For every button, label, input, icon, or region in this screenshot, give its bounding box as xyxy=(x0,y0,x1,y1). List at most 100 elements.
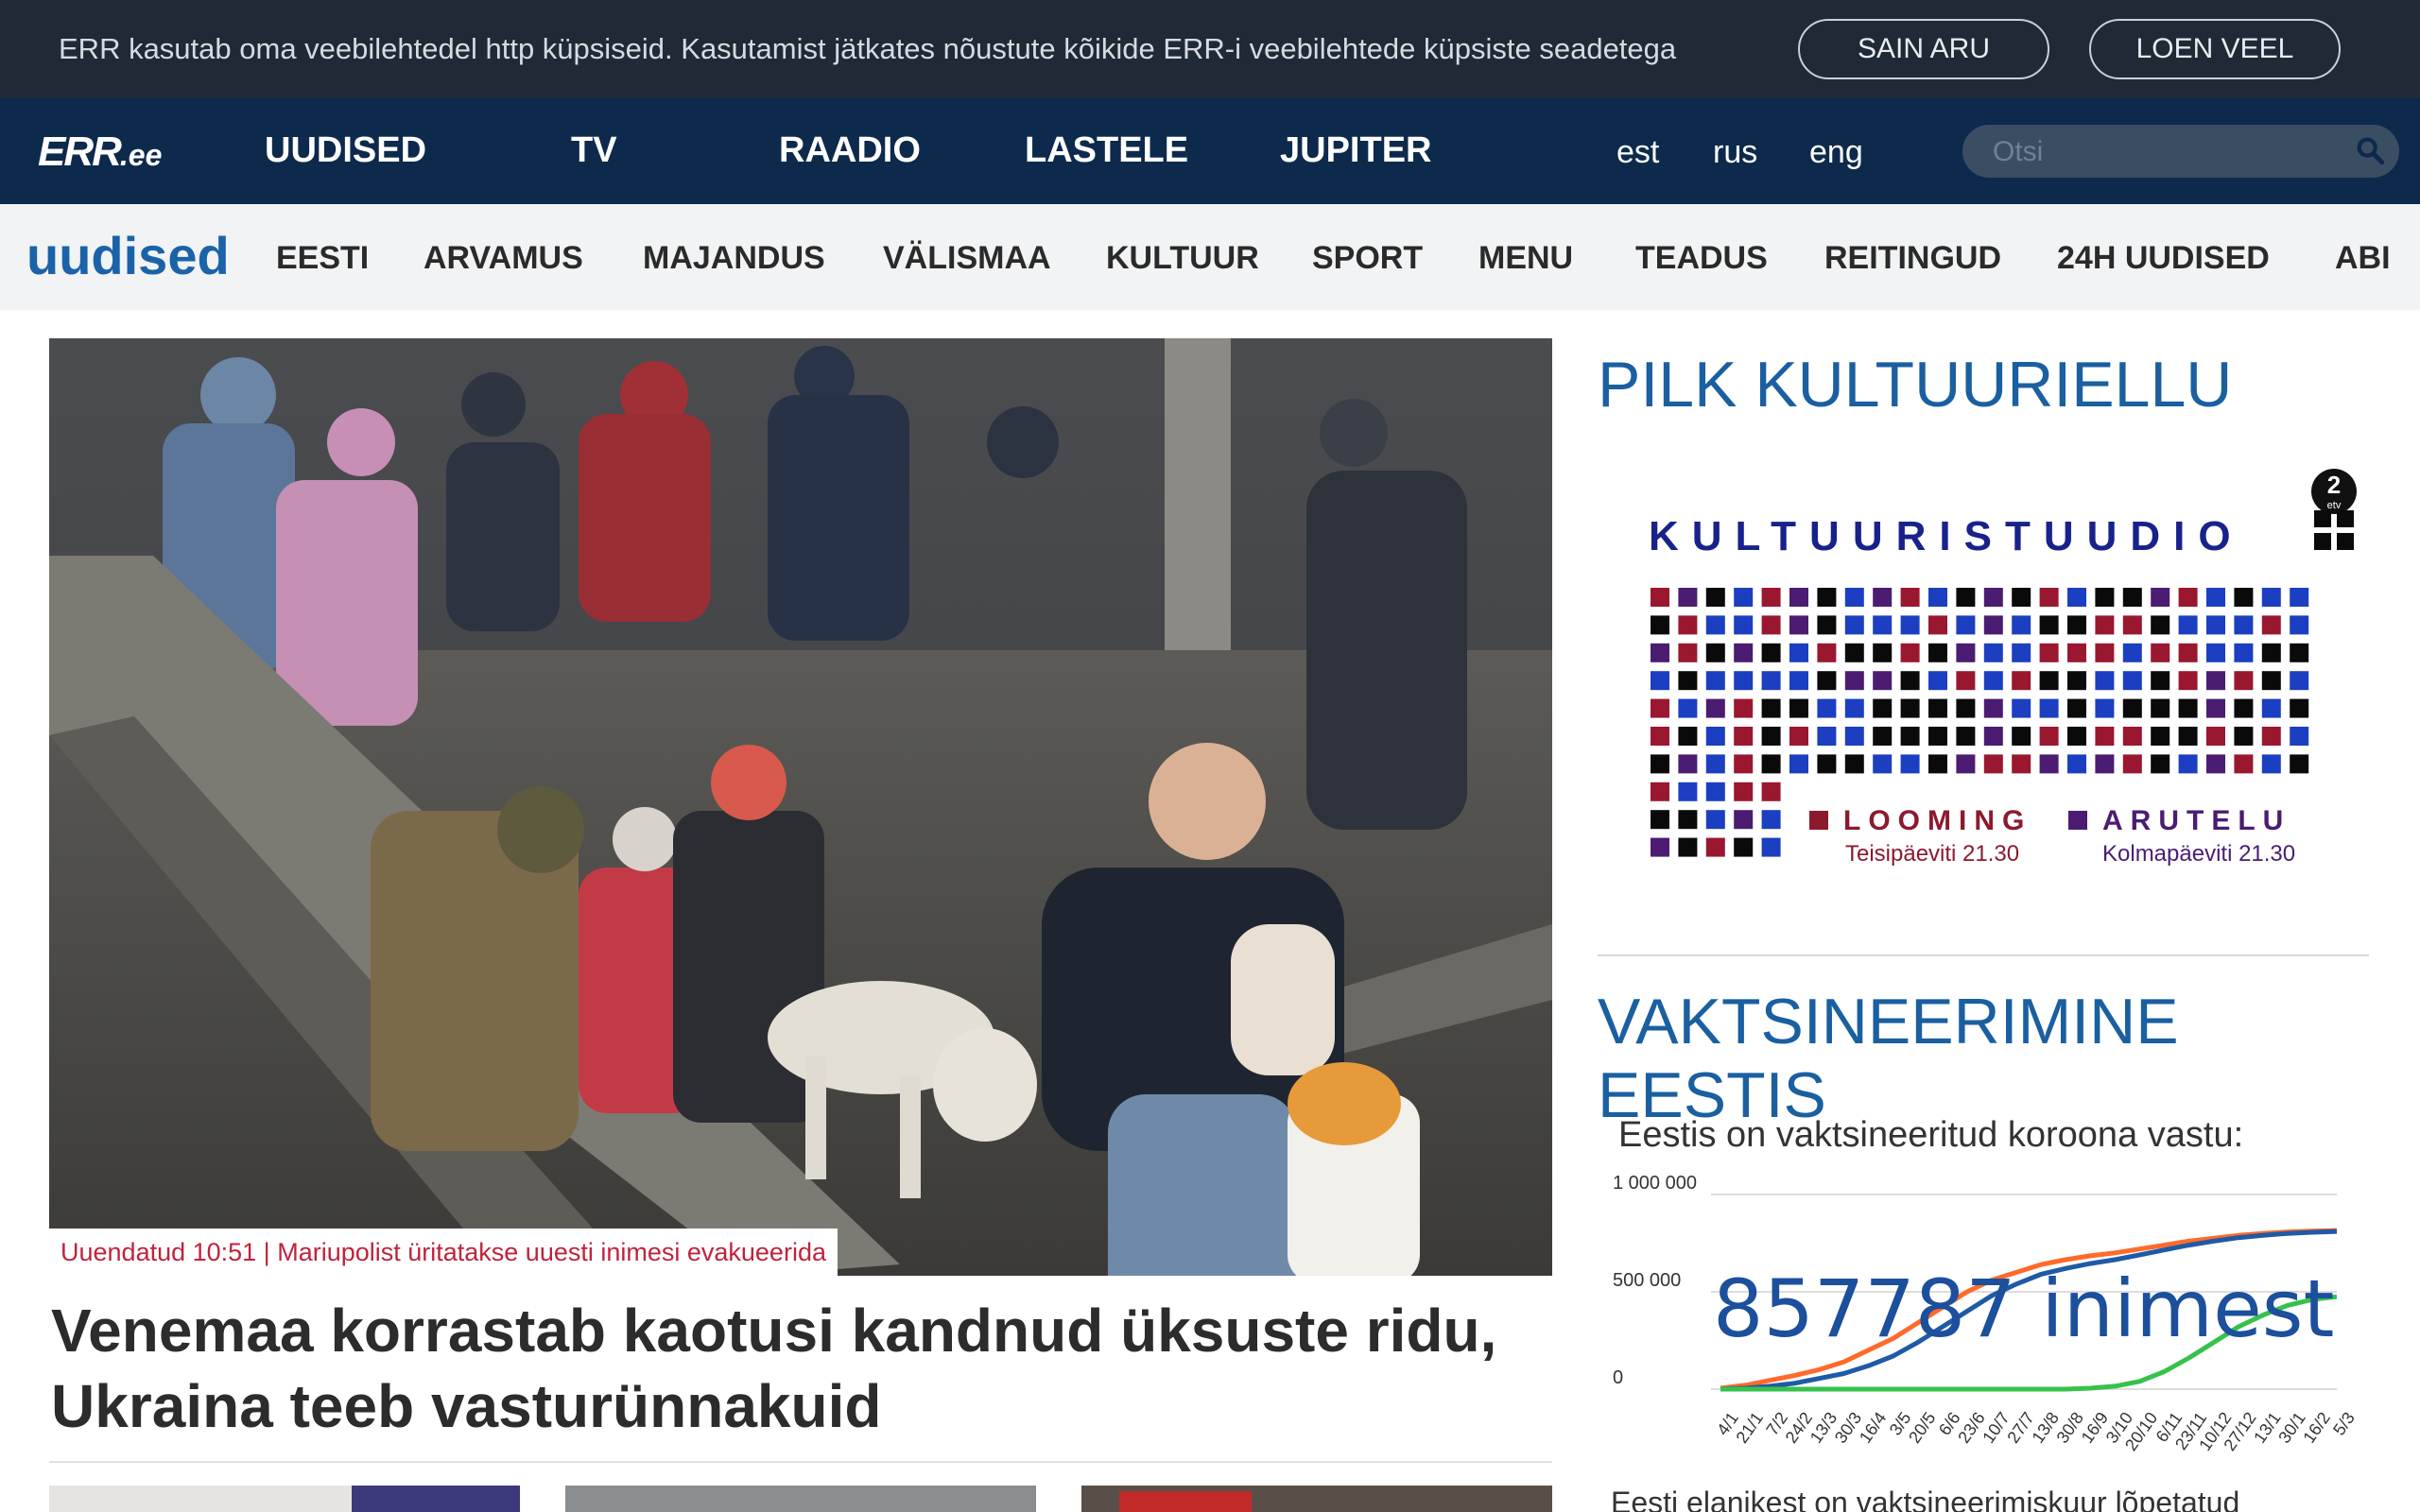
pattern-square xyxy=(1789,698,1808,718)
pattern-square xyxy=(2095,754,2115,774)
section-valismaa[interactable]: VÄLISMAA xyxy=(883,240,1051,277)
pattern-square xyxy=(1734,698,1754,718)
top-navigation: ERR.ee UUDISED TV RAADIO LASTELE JUPITER… xyxy=(0,98,2420,204)
lang-eng[interactable]: eng xyxy=(1809,134,1863,171)
cookie-accept-button[interactable]: SAIN ARU xyxy=(1798,19,2049,79)
pattern-square xyxy=(2012,615,2031,635)
topnav-tv[interactable]: TV xyxy=(571,130,617,171)
pattern-square xyxy=(1873,698,1893,718)
pattern-square xyxy=(2234,615,2254,635)
promo-show2-time: Kolmapäeviti 21.30 xyxy=(2102,841,2295,867)
topnav-lastele[interactable]: LASTELE xyxy=(1025,130,1188,171)
article-update-tag[interactable]: Uuendatud 10:51 | Mariupolist üritatakse… xyxy=(49,1228,838,1276)
vaccination-count: 857787 inimest xyxy=(1713,1263,2335,1355)
pattern-square xyxy=(2234,754,2254,774)
pattern-square xyxy=(2012,643,2031,662)
pattern-square xyxy=(2067,727,2086,746)
article-thumbnail[interactable] xyxy=(1081,1486,1552,1512)
pattern-square xyxy=(2039,671,2059,691)
section-kultuur[interactable]: KULTUUR xyxy=(1106,240,1259,277)
vaccination-heading[interactable]: VAKTSINEERIMINE EESTIS xyxy=(1598,985,2420,1132)
promo-show2: ARUTELU xyxy=(2102,805,2290,836)
section-abi[interactable]: ABI xyxy=(2335,240,2391,277)
pattern-square xyxy=(1817,671,1837,691)
y-tick-label: 0 xyxy=(1613,1367,1623,1388)
search-icon[interactable] xyxy=(2354,134,2386,166)
err-logo[interactable]: ERR.ee xyxy=(38,129,162,176)
pattern-square xyxy=(2206,698,2225,718)
pattern-square xyxy=(1678,671,1698,691)
pattern-square xyxy=(2067,698,2086,718)
section-arvamus[interactable]: ARVAMUS xyxy=(424,240,583,277)
pattern-square xyxy=(2012,698,2031,718)
pattern-square xyxy=(1900,754,1920,774)
cookie-read-more-button[interactable]: LOEN VEEL xyxy=(2089,19,2341,79)
pattern-square xyxy=(1761,782,1781,801)
pattern-square xyxy=(2151,615,2170,635)
pattern-square xyxy=(1928,671,1947,691)
article-thumbnail[interactable] xyxy=(565,1486,1036,1512)
pattern-square xyxy=(2122,727,2142,746)
divider xyxy=(1598,954,2369,956)
main-article-image[interactable] xyxy=(49,338,1552,1276)
section-24h-uudised[interactable]: 24H UUDISED xyxy=(2057,240,2270,277)
pattern-square xyxy=(1734,671,1754,691)
pattern-square xyxy=(1983,643,2003,662)
pattern-square xyxy=(2012,727,2031,746)
pattern-square xyxy=(1817,698,1837,718)
divider xyxy=(49,1461,1552,1463)
channel-badge-sub: etv xyxy=(2327,500,2342,511)
section-navigation: uudised EESTI ARVAMUS MAJANDUS VÄLISMAA … xyxy=(0,204,2420,310)
pattern-square xyxy=(2151,588,2170,607)
pattern-square xyxy=(1705,615,1725,635)
section-title[interactable]: uudised xyxy=(26,225,230,286)
pattern-square xyxy=(1983,671,2003,691)
pattern-square xyxy=(1983,698,2003,718)
pattern-square xyxy=(1956,754,1976,774)
pattern-square xyxy=(1705,671,1725,691)
pattern-square xyxy=(1789,643,1808,662)
lang-est[interactable]: est xyxy=(1616,134,1659,171)
pattern-square xyxy=(1734,810,1754,830)
pattern-square xyxy=(2067,754,2086,774)
pattern-square xyxy=(1956,643,1976,662)
search-input[interactable]: Otsi xyxy=(1962,125,2399,178)
section-teadus[interactable]: TEADUS xyxy=(1635,240,1768,277)
pattern-square xyxy=(2067,588,2086,607)
pattern-square xyxy=(1817,727,1837,746)
topnav-uudised[interactable]: UUDISED xyxy=(265,130,426,171)
section-sport[interactable]: SPORT xyxy=(1312,240,1423,277)
kultuuristuudio-promo[interactable]: 2 etv KULTUURISTUUDIO LOOMING Teisipäevi… xyxy=(1598,444,2369,898)
pattern-square xyxy=(1956,615,1976,635)
pattern-square xyxy=(2178,698,2198,718)
pattern-square xyxy=(1900,671,1920,691)
section-menu[interactable]: MENU xyxy=(1478,240,1573,277)
pattern-square xyxy=(1651,754,1669,774)
article-thumbnail[interactable] xyxy=(49,1486,520,1512)
pattern-square xyxy=(1844,615,1864,635)
pattern-square xyxy=(1761,643,1781,662)
pattern-square xyxy=(2151,754,2170,774)
topnav-raadio[interactable]: RAADIO xyxy=(779,130,921,171)
pattern-square xyxy=(1651,810,1669,830)
pattern-square xyxy=(1678,727,1698,746)
pattern-square xyxy=(1873,671,1893,691)
pattern-square xyxy=(1956,588,1976,607)
topnav-jupiter[interactable]: JUPITER xyxy=(1280,130,1431,171)
promo-heading[interactable]: PILK KULTUURIELLU xyxy=(1598,348,2232,421)
promo-show1-time: Teisipäeviti 21.30 xyxy=(1845,841,2019,867)
pattern-square xyxy=(1761,810,1781,830)
section-majandus[interactable]: MAJANDUS xyxy=(643,240,825,277)
section-reitingud[interactable]: REITINGUD xyxy=(1824,240,2001,277)
main-article-headline[interactable]: Venemaa korrastab kaotusi kandnud üksust… xyxy=(51,1293,1554,1444)
pattern-square xyxy=(2151,671,2170,691)
lang-rus[interactable]: rus xyxy=(1713,134,1757,171)
pattern-square xyxy=(2234,671,2254,691)
pattern-square xyxy=(1900,615,1920,635)
pattern-square xyxy=(1651,782,1669,801)
pattern-square xyxy=(2039,727,2059,746)
pattern-square xyxy=(1678,754,1698,774)
section-eesti[interactable]: EESTI xyxy=(276,240,369,277)
pattern-square xyxy=(1761,698,1781,718)
pattern-square xyxy=(1651,588,1669,607)
